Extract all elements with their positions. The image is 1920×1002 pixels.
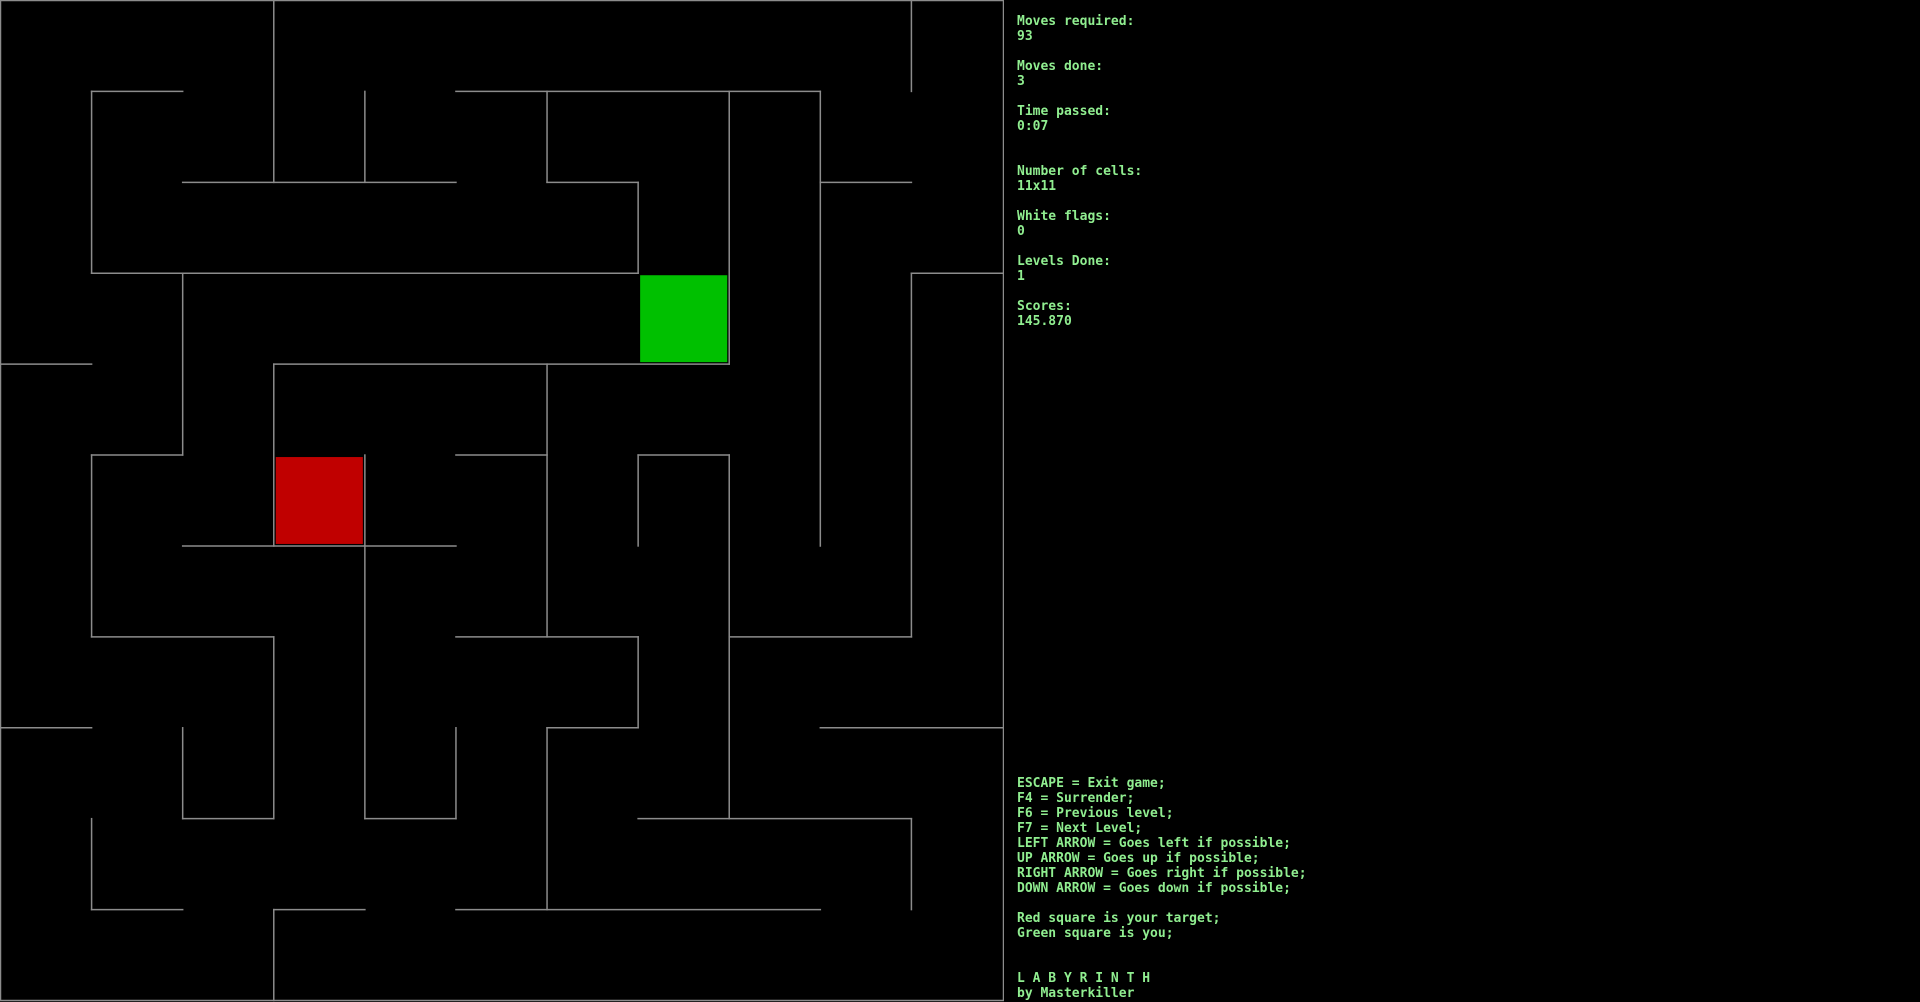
moves-required-value: 93 [1017, 29, 1033, 44]
player-square [640, 275, 728, 363]
game-title: L A B Y R I N T H [1017, 971, 1151, 986]
maze-svg [0, 0, 1004, 1002]
cells-label: Number of cells: [1017, 164, 1143, 179]
scores-label: Scores: [1017, 299, 1072, 314]
controls-help: ESCAPE = Exit game; F4 = Surrender; F6 =… [1017, 776, 1307, 896]
moves-required-label: Moves required: [1017, 14, 1135, 29]
cells-stat: Number of cells: 11x11 [1017, 164, 1897, 194]
info-panel: Moves required: 93 Moves done: 3 Time pa… [1017, 14, 1897, 1001]
cells-value: 11x11 [1017, 179, 1057, 194]
time-passed-value: 0:07 [1017, 119, 1049, 134]
levels-done-value: 1 [1017, 269, 1025, 284]
control-left-arrow: LEFT ARROW = Goes left if possible; [1017, 836, 1291, 851]
control-escape: ESCAPE = Exit game; [1017, 776, 1166, 791]
game-author: by Masterkiller [1017, 986, 1135, 1001]
maze-board[interactable] [0, 0, 1004, 1002]
maze-border [0, 0, 1004, 1002]
white-flags-stat: White flags: 0 [1017, 209, 1897, 239]
moves-done-stat: Moves done: 3 [1017, 59, 1897, 89]
white-flags-value: 0 [1017, 224, 1025, 239]
target-square [275, 457, 363, 544]
legend: Red square is your target; Green square … [1017, 911, 1221, 941]
control-f7: F7 = Next Level; [1017, 821, 1143, 836]
maze-walls [0, 0, 1004, 1002]
scores-value: 145.870 [1017, 314, 1072, 329]
credits: L A B Y R I N T H by Masterkiller [1017, 971, 1150, 1001]
scores-stat: Scores: 145.870 [1017, 299, 1897, 329]
moves-required-stat: Moves required: 93 [1017, 14, 1897, 44]
control-f4: F4 = Surrender; [1017, 791, 1135, 806]
moves-done-label: Moves done: [1017, 59, 1104, 74]
levels-done-stat: Levels Done: 1 [1017, 254, 1897, 284]
game-screen: Moves required: 93 Moves done: 3 Time pa… [0, 0, 1920, 1002]
moves-done-value: 3 [1017, 74, 1025, 89]
legend-target: Red square is your target; [1017, 911, 1221, 926]
white-flags-label: White flags: [1017, 209, 1111, 224]
levels-done-label: Levels Done: [1017, 254, 1111, 269]
time-passed-stat: Time passed: 0:07 [1017, 104, 1897, 134]
control-down-arrow: DOWN ARROW = Goes down if possible; [1017, 881, 1291, 896]
legend-player: Green square is you; [1017, 926, 1174, 941]
control-up-arrow: UP ARROW = Goes up if possible; [1017, 851, 1260, 866]
control-right-arrow: RIGHT ARROW = Goes right if possible; [1017, 866, 1307, 881]
control-f6: F6 = Previous level; [1017, 806, 1174, 821]
time-passed-label: Time passed: [1017, 104, 1111, 119]
